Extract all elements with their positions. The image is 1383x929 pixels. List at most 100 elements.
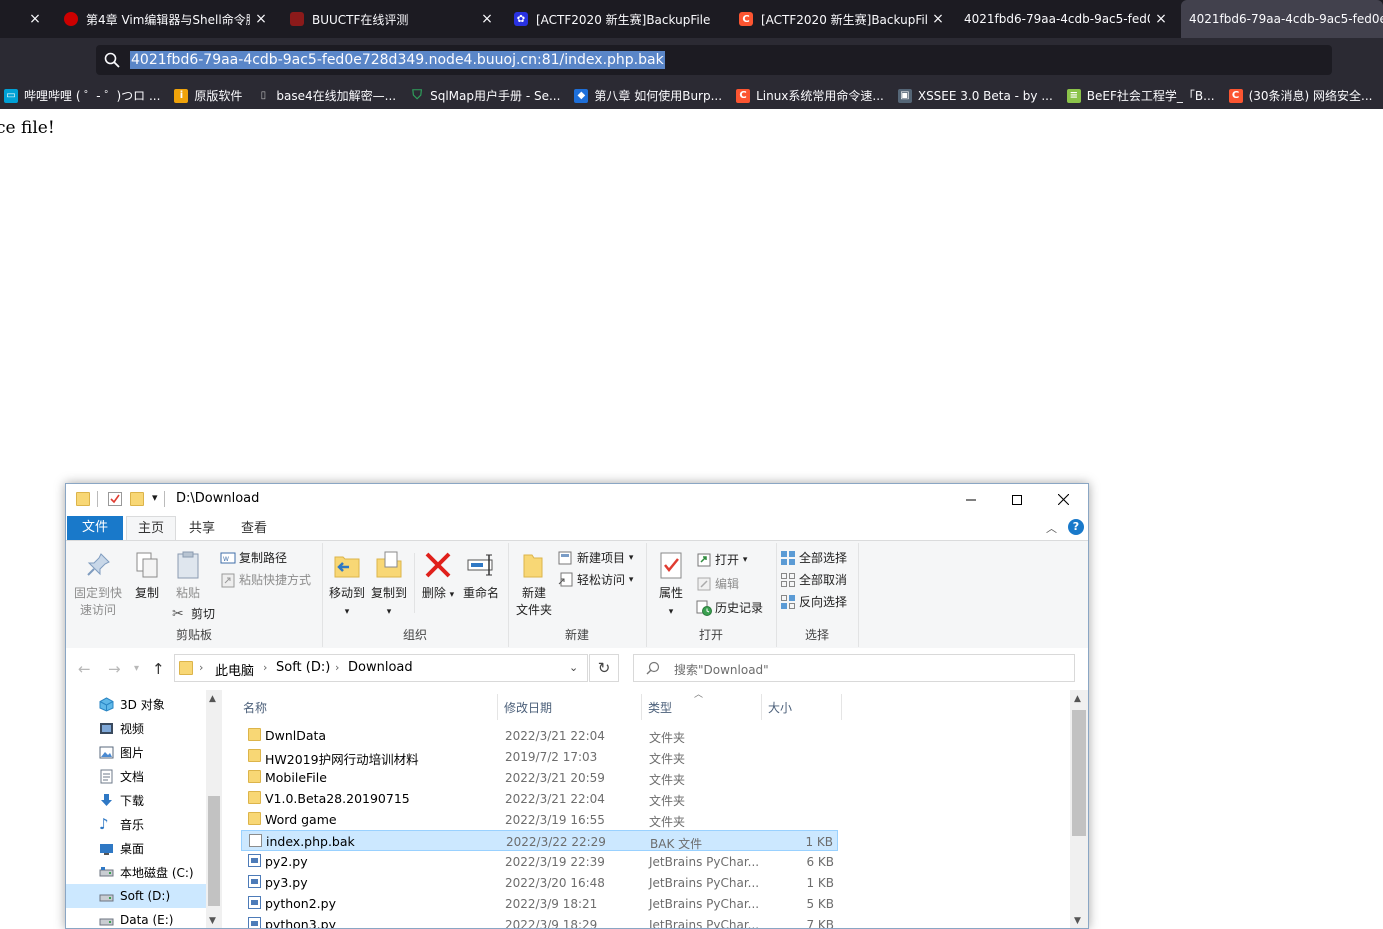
url-text[interactable]: 4021fbd6-79aa-4cdb-9ac5-fed0e728d349.nod… (130, 51, 665, 69)
browser-tab[interactable]: BUUCTF在线评测 × (282, 0, 498, 38)
column-divider[interactable] (641, 694, 642, 720)
cut-button[interactable]: ✂ 剪切 (172, 605, 215, 622)
nav-item-desktop[interactable]: 桌面 (66, 836, 206, 860)
properties-button[interactable]: 属性 ▾ (652, 549, 690, 621)
delete-button[interactable]: 删除 ▾ (418, 549, 458, 604)
bookmark-item[interactable]: ▯ base4在线加解密—... (252, 87, 396, 104)
column-divider[interactable] (497, 694, 498, 720)
paste-shortcut-button[interactable]: 粘贴快捷方式 (220, 571, 311, 588)
nav-item-downloads[interactable]: 下载 (66, 788, 206, 812)
file-row[interactable]: py3.py 2022/3/20 16:48 JetBrains PyChar.… (241, 872, 838, 893)
nav-item-videos[interactable]: 视频 (66, 716, 206, 740)
move-to-button[interactable]: 移动到 ▾ (326, 549, 368, 621)
breadcrumb-download[interactable]: Download (348, 660, 413, 675)
scroll-up-chevron-icon[interactable]: ▲ (1074, 694, 1081, 704)
browser-tab[interactable]: × (0, 0, 52, 38)
tab-share[interactable]: 共享 (178, 518, 226, 540)
bookmark-item[interactable]: ⛉ SqlMap用户手册 - Se... (406, 87, 560, 104)
file-row[interactable]: HW2019护网行动培训材料 2019/7/2 17:03 文件夹 (241, 746, 838, 767)
copy-to-button[interactable]: 复制到 ▾ (368, 549, 410, 621)
invert-selection-button[interactable]: 反向选择 (780, 593, 847, 610)
bookmark-item[interactable]: C (30条消息) 网络安全... (1225, 87, 1372, 104)
scroll-up-chevron-icon[interactable]: ▲ (209, 694, 216, 704)
easy-access-button[interactable]: 轻松访问 ▾ (558, 571, 633, 588)
column-name[interactable]: 名称 (243, 699, 267, 716)
nav-item-pictures[interactable]: 图片 (66, 740, 206, 764)
nav-item-drive-c[interactable]: 本地磁盘 (C:) (66, 860, 206, 884)
open-button[interactable]: 打开 ▾ (696, 551, 747, 568)
column-divider[interactable] (761, 694, 762, 720)
tab-view[interactable]: 查看 (230, 518, 278, 540)
minimize-button[interactable] (948, 484, 994, 514)
tab-close-icon[interactable]: × (1150, 11, 1172, 27)
select-none-button[interactable]: 全部取消 (780, 571, 847, 588)
breadcrumb-separator-icon[interactable]: › (263, 661, 267, 674)
new-folder-button[interactable]: 新建 文件夹 (512, 549, 556, 619)
bookmark-item[interactable]: ▭ 哔哩哔哩 ( ゜- ゜)つロ ... (0, 87, 160, 104)
close-button[interactable] (1040, 484, 1086, 514)
file-row-selected[interactable]: index.php.bak 2022/3/22 22:29 BAK 文件 1 K… (241, 830, 838, 851)
scroll-down-chevron-icon[interactable]: ▼ (1074, 916, 1081, 926)
column-size[interactable]: 大小 (768, 699, 792, 716)
column-date[interactable]: 修改日期 (504, 699, 552, 716)
search-input[interactable]: 搜索"Download" (633, 654, 1075, 682)
select-all-button[interactable]: 全部选择 (780, 549, 847, 566)
tab-close-icon[interactable]: × (476, 11, 498, 27)
customize-toolbar-chevron-icon[interactable]: ▾ (152, 491, 158, 504)
file-list-scroll-thumb[interactable] (1072, 710, 1086, 836)
browser-tab[interactable]: ✿ [ACTF2020 新生赛]BackupFile (506, 0, 726, 38)
edit-button[interactable]: 编辑 (696, 575, 739, 592)
file-row[interactable]: V1.0.Beta28.20190715 2022/3/21 22:04 文件夹 (241, 788, 838, 809)
column-divider[interactable] (841, 694, 842, 720)
file-row[interactable]: MobileFile 2022/3/21 20:59 文件夹 (241, 767, 838, 788)
scroll-down-chevron-icon[interactable]: ▼ (209, 916, 216, 926)
breadcrumb-separator-icon[interactable]: › (199, 661, 203, 674)
help-icon[interactable]: ? (1068, 519, 1084, 535)
refresh-button[interactable]: ↻ (589, 654, 619, 682)
browser-tab[interactable]: C [ACTF2020 新生赛]BackupFile × (731, 0, 949, 38)
breadcrumb-this-pc[interactable]: 此电脑 (215, 660, 254, 679)
address-bar[interactable]: › 此电脑 › Soft (D:) › Download ⌄ (174, 654, 588, 682)
nav-item-3d-objects[interactable]: 3D 对象 (66, 692, 206, 716)
back-arrow-icon[interactable]: ← (78, 660, 91, 678)
forward-arrow-icon[interactable]: → (108, 660, 121, 678)
recent-locations-chevron-icon[interactable]: ▾ (134, 663, 139, 674)
rename-button[interactable]: 重命名 (458, 549, 504, 602)
nav-item-music[interactable]: ♪ 音乐 (66, 812, 206, 836)
bookmark-item[interactable]: i 原版软件 (170, 87, 242, 104)
bookmark-item[interactable]: ▣ XSSEE 3.0 Beta - by ... (894, 88, 1053, 103)
history-button[interactable]: 历史记录 (696, 599, 763, 616)
collapse-ribbon-chevron-icon[interactable]: ︿ (1046, 520, 1057, 536)
nav-item-drive-d[interactable]: Soft (D:) (66, 884, 206, 908)
file-row[interactable]: python2.py 2022/3/9 18:21 JetBrains PyCh… (241, 893, 838, 914)
copy-button[interactable]: 复制 (128, 549, 166, 602)
tab-file[interactable]: 文件 (67, 516, 123, 540)
new-item-button[interactable]: 新建项目 ▾ (558, 549, 633, 566)
bookmark-item[interactable]: ◆ 第八章 如何使用Burp... (570, 87, 722, 104)
properties-check-icon[interactable] (108, 492, 122, 506)
bookmark-item[interactable]: C Linux系统常用命令速... (732, 87, 884, 104)
column-type[interactable]: 类型 (648, 699, 672, 716)
tab-close-icon[interactable]: × (250, 11, 272, 27)
paste-button[interactable]: 粘贴 (168, 549, 208, 602)
bookmark-item[interactable]: ≡ BeEF社会工程学_「B... (1063, 87, 1215, 104)
copy-path-button[interactable]: W 复制路径 (220, 549, 287, 566)
browser-tab[interactable]: 第4章 Vim编辑器与Shell命令脚 × (56, 0, 272, 38)
tab-close-icon[interactable]: × (927, 11, 949, 27)
nav-item-documents[interactable]: 文档 (66, 764, 206, 788)
address-history-chevron-icon[interactable]: ⌄ (569, 661, 578, 674)
nav-pane-scroll-thumb[interactable] (208, 796, 220, 906)
file-row[interactable]: DwnlData 2022/3/21 22:04 文件夹 (241, 725, 838, 746)
new-folder-icon[interactable] (130, 492, 144, 506)
up-arrow-icon[interactable]: ↑ (152, 660, 165, 678)
breadcrumb-separator-icon[interactable]: › (335, 661, 339, 674)
tab-home[interactable]: 主页 (126, 516, 176, 541)
browser-tab[interactable]: 4021fbd6-79aa-4cdb-9ac5-fed0e × (956, 0, 1172, 38)
file-row[interactable]: Word game 2022/3/19 16:55 文件夹 (241, 809, 838, 830)
breadcrumb-soft-d[interactable]: Soft (D:) (276, 660, 330, 675)
tab-close-icon[interactable]: × (24, 11, 46, 27)
nav-item-drive-e[interactable]: Data (E:) (66, 908, 206, 928)
pin-quick-access-button[interactable]: 固定到快 速访问 (72, 549, 124, 619)
file-row[interactable]: py2.py 2022/3/19 22:39 JetBrains PyChar.… (241, 851, 838, 872)
browser-tab-active[interactable]: 4021fbd6-79aa-4cdb-9ac5-fed0e7 (1181, 0, 1383, 38)
